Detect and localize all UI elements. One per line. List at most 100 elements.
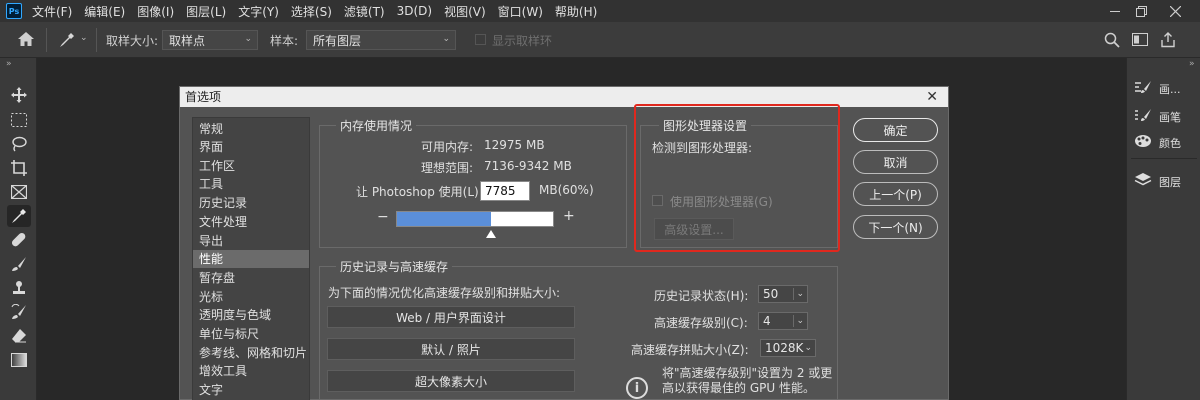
- cancel-button[interactable]: 取消: [853, 150, 938, 174]
- history-states-field[interactable]: 50 ⌄: [758, 285, 808, 303]
- category-file-handling[interactable]: 文件处理: [193, 213, 309, 231]
- menu-type[interactable]: 文字(Y): [238, 3, 279, 20]
- brush-settings-icon: [1133, 80, 1153, 98]
- sample-value: 所有图层: [313, 33, 362, 48]
- increase-memory-icon[interactable]: +: [563, 208, 575, 224]
- ideal-range-value: 7136-9342 MB: [484, 159, 572, 173]
- marquee-tool-icon[interactable]: [7, 109, 31, 131]
- panels-dock: » 画... 画笔 颜色 图层: [1126, 58, 1200, 400]
- memory-usage-bar-fill: [397, 212, 491, 226]
- history-cache-title: 历史记录与高速缓存: [336, 258, 453, 275]
- crop-tool-icon[interactable]: [7, 157, 31, 179]
- sample-label: 样本:: [270, 34, 299, 48]
- menu-help[interactable]: 帮助(H): [555, 3, 597, 20]
- sample-select[interactable]: 所有图层 ⌄: [306, 30, 456, 50]
- memory-usage-unit: MB(60%): [539, 183, 594, 197]
- panel-divider: [1131, 158, 1197, 159]
- category-type[interactable]: 文字: [193, 381, 309, 399]
- lasso-tool-icon[interactable]: [7, 133, 31, 155]
- eyedropper-tool-icon[interactable]: [7, 205, 31, 227]
- preset-chevron-down-icon[interactable]: ⌄: [80, 33, 88, 43]
- sample-size-label: 取样大小:: [106, 34, 159, 48]
- expand-panel-icon[interactable]: »: [6, 59, 12, 69]
- color-panel-tab[interactable]: 颜色: [1133, 134, 1181, 152]
- chevron-down-icon[interactable]: ⌄: [796, 286, 804, 302]
- menu-image[interactable]: 图像(I): [137, 3, 174, 20]
- category-units-rulers[interactable]: 单位与标尺: [193, 325, 309, 343]
- search-icon[interactable]: [1104, 32, 1120, 51]
- gradient-tool-icon[interactable]: [7, 349, 31, 371]
- photoshop-logo-icon: Ps: [6, 3, 22, 19]
- layers-panel-tab[interactable]: 图层: [1133, 172, 1181, 192]
- close-icon[interactable]: ✕: [926, 87, 938, 107]
- category-interface[interactable]: 界面: [193, 138, 309, 156]
- eyedropper-tool-preset-icon[interactable]: [58, 31, 76, 52]
- menu-3d[interactable]: 3D(D): [397, 4, 432, 18]
- ok-button[interactable]: 确定: [853, 118, 938, 142]
- web-ui-design-button[interactable]: Web / 用户界面设计: [327, 306, 575, 328]
- history-brush-tool-icon[interactable]: [7, 301, 31, 323]
- memory-usage-input[interactable]: 7785: [480, 181, 530, 201]
- next-button[interactable]: 下一个(N): [853, 215, 938, 239]
- panel-tab-label: 颜色: [1159, 137, 1181, 150]
- healing-brush-tool-icon[interactable]: [7, 229, 31, 251]
- cache-levels-label: 高速缓存级别(C):: [654, 316, 748, 330]
- sample-size-select[interactable]: 取样点 ⌄: [162, 30, 258, 50]
- category-history-log[interactable]: 历史记录: [193, 194, 309, 212]
- cache-tile-size-select[interactable]: 1028K ⌄: [760, 339, 816, 357]
- brush-settings-panel-tab[interactable]: 画...: [1133, 80, 1181, 98]
- layers-icon: [1133, 172, 1153, 192]
- eraser-tool-icon[interactable]: [7, 325, 31, 347]
- options-divider: [46, 28, 47, 52]
- category-export[interactable]: 导出: [193, 232, 309, 250]
- menu-window[interactable]: 窗口(W): [498, 3, 543, 20]
- chevron-down-icon: ⌄: [442, 34, 450, 44]
- chevron-down-icon[interactable]: ⌄: [796, 313, 804, 329]
- frame-tool-icon[interactable]: [7, 181, 31, 203]
- menu-file[interactable]: 文件(F): [32, 3, 72, 20]
- default-photos-button[interactable]: 默认 / 照片: [327, 338, 575, 360]
- category-tools[interactable]: 工具: [193, 175, 309, 193]
- menu-edit[interactable]: 编辑(E): [84, 3, 125, 20]
- brushes-panel-tab[interactable]: 画笔: [1133, 108, 1181, 126]
- menu-filter[interactable]: 滤镜(T): [344, 3, 385, 20]
- category-performance[interactable]: 性能: [193, 250, 309, 268]
- options-divider: [96, 28, 97, 52]
- previous-button[interactable]: 上一个(P): [853, 182, 938, 206]
- restore-icon[interactable]: [1126, 0, 1156, 22]
- decrease-memory-icon[interactable]: −: [377, 209, 389, 225]
- share-icon[interactable]: [1160, 32, 1176, 51]
- color-palette-icon: [1133, 134, 1153, 152]
- chevron-down-icon: ⌄: [804, 343, 812, 353]
- category-transparency-gamut[interactable]: 透明度与色域: [193, 306, 309, 324]
- let-photoshop-use-label: 让 Photoshop 使用(L):: [356, 185, 483, 199]
- category-guides-grid-slices[interactable]: 参考线、网格和切片: [193, 344, 309, 362]
- menu-layer[interactable]: 图层(L): [186, 3, 226, 20]
- home-icon[interactable]: [17, 31, 35, 50]
- menu-bar: Ps 文件(F) 编辑(E) 图像(I) 图层(L) 文字(Y) 选择(S) 滤…: [0, 0, 1200, 22]
- category-cursors[interactable]: 光标: [193, 288, 309, 306]
- cache-levels-value: 4: [763, 314, 771, 328]
- show-sampling-ring-checkbox[interactable]: [475, 34, 486, 45]
- category-general[interactable]: 常规: [193, 120, 309, 138]
- memory-slider-thumb[interactable]: [486, 230, 496, 238]
- workspace-icon[interactable]: [1132, 33, 1148, 50]
- menu-view[interactable]: 视图(V): [444, 3, 486, 20]
- huge-pixel-dimensions-button[interactable]: 超大像素大小: [327, 370, 575, 392]
- category-plugins[interactable]: 增效工具: [193, 362, 309, 380]
- close-window-icon[interactable]: [1160, 0, 1190, 22]
- cache-levels-field[interactable]: 4 ⌄: [758, 312, 808, 330]
- collapse-panel-icon[interactable]: »: [1189, 59, 1195, 69]
- category-scratch-disks[interactable]: 暂存盘: [193, 269, 309, 287]
- menu-select[interactable]: 选择(S): [291, 3, 332, 20]
- history-states-value: 50: [763, 287, 779, 301]
- brush-tool-icon[interactable]: [7, 253, 31, 275]
- history-states-label: 历史记录状态(H):: [654, 289, 749, 303]
- move-tool-icon[interactable]: [7, 84, 31, 106]
- highlight-box: [634, 104, 840, 252]
- panel-tab-label: 画笔: [1159, 111, 1181, 124]
- memory-usage-bar: [396, 211, 554, 227]
- category-workspace[interactable]: 工作区: [193, 157, 309, 175]
- clone-stamp-tool-icon[interactable]: [7, 277, 31, 299]
- sample-size-value: 取样点: [169, 33, 206, 48]
